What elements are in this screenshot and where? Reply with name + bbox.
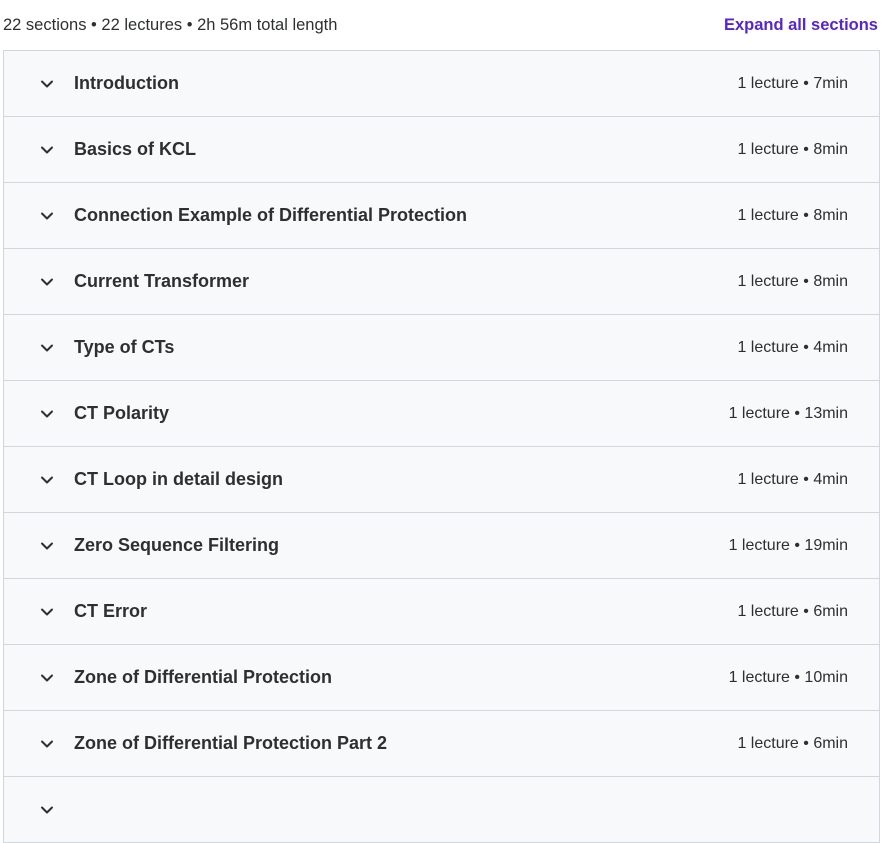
- section-title: Basics of KCL: [74, 139, 197, 159]
- section-title: CT Polarity: [74, 403, 170, 423]
- section-meta: 1 lecture • 8min: [737, 272, 848, 290]
- chevron-down-icon: [39, 406, 55, 422]
- curriculum-summary-bar: 22 sections • 22 lectures • 2h 56m total…: [0, 0, 881, 50]
- section-row-1[interactable]: Basics of KCL 1 lecture • 8min: [4, 117, 879, 183]
- section-title: CT Loop in detail design: [74, 469, 283, 489]
- chevron-down-icon: [39, 736, 55, 752]
- chevron-down-icon: [39, 538, 55, 554]
- section-row-6[interactable]: CT Loop in detail design 1 lecture • 4mi…: [4, 447, 879, 513]
- section-title: Type of CTs: [74, 337, 175, 357]
- section-title: CT Error: [74, 601, 148, 621]
- section-meta: 1 lecture • 10min: [728, 668, 848, 686]
- section-meta: 1 lecture • 8min: [737, 206, 848, 224]
- section-list: Introduction 1 lecture • 7min Basics of …: [3, 50, 880, 843]
- section-title: Zone of Differential Protection: [74, 667, 333, 687]
- section-title: Current Transformer: [74, 271, 250, 291]
- section-meta: 1 lecture • 19min: [728, 536, 848, 554]
- section-row-3[interactable]: Current Transformer 1 lecture • 8min: [4, 249, 879, 315]
- section-meta: 1 lecture • 8min: [737, 140, 848, 158]
- section-row-4[interactable]: Type of CTs 1 lecture • 4min: [4, 315, 879, 381]
- chevron-down-icon: [39, 604, 55, 620]
- section-row-10[interactable]: Zone of Differential Protection Part 2 1…: [4, 711, 879, 777]
- section-title: Zero Sequence Filtering: [74, 535, 280, 555]
- section-row-9[interactable]: Zone of Differential Protection 1 lectur…: [4, 645, 879, 711]
- section-title: Introduction: [74, 73, 179, 93]
- chevron-down-icon: [39, 76, 55, 92]
- section-meta: 1 lecture • 6min: [737, 602, 848, 620]
- chevron-down-icon: [39, 670, 55, 686]
- chevron-down-icon: [39, 208, 55, 224]
- chevron-down-icon: [39, 802, 55, 818]
- chevron-down-icon: [39, 472, 55, 488]
- chevron-down-icon: [39, 340, 55, 356]
- chevron-down-icon: [39, 274, 55, 290]
- section-title: Connection Example of Differential Prote…: [74, 205, 468, 225]
- section-meta: 1 lecture • 7min: [737, 74, 848, 92]
- section-row-2[interactable]: Connection Example of Differential Prote…: [4, 183, 879, 249]
- section-row-7[interactable]: Zero Sequence Filtering 1 lecture • 19mi…: [4, 513, 879, 579]
- curriculum-summary-text: 22 sections • 22 lectures • 2h 56m total…: [3, 15, 338, 34]
- section-meta: 1 lecture • 13min: [728, 404, 848, 422]
- chevron-down-icon: [39, 142, 55, 158]
- section-meta: 1 lecture • 6min: [737, 734, 848, 752]
- section-row-0[interactable]: Introduction 1 lecture • 7min: [4, 51, 879, 117]
- section-meta: 1 lecture • 4min: [737, 470, 848, 488]
- section-row-11[interactable]: [4, 777, 879, 843]
- expand-all-sections-button[interactable]: Expand all sections: [718, 15, 881, 36]
- section-row-8[interactable]: CT Error 1 lecture • 6min: [4, 579, 879, 645]
- section-row-5[interactable]: CT Polarity 1 lecture • 13min: [4, 381, 879, 447]
- section-meta: 1 lecture • 4min: [737, 338, 848, 356]
- section-title: Zone of Differential Protection Part 2: [74, 733, 388, 753]
